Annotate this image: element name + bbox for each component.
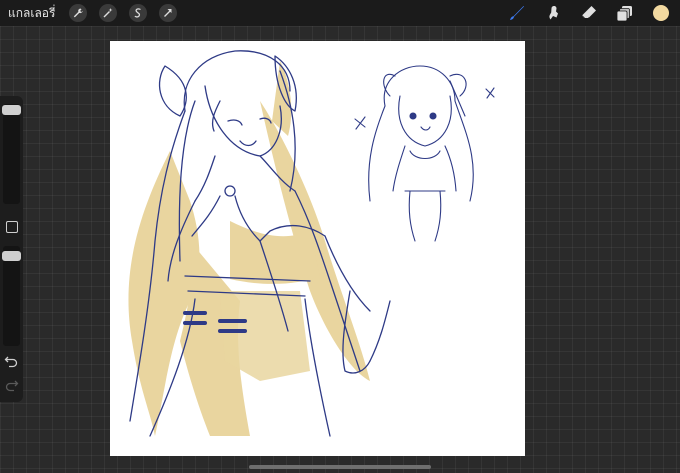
eraser-icon[interactable] — [578, 2, 600, 24]
brush-opacity-track — [3, 246, 20, 346]
transform-arrow-icon[interactable] — [159, 4, 178, 22]
current-color-swatch — [653, 5, 669, 21]
gallery-button[interactable]: แกลเลอรี่ — [8, 4, 55, 23]
brush-icon[interactable] — [506, 2, 528, 24]
top-toolbar: แกลเลอรี่ — [0, 0, 680, 26]
brush-size-slider[interactable] — [2, 105, 21, 115]
brush-size-track — [3, 104, 20, 204]
redo-icon[interactable] — [4, 378, 19, 393]
home-indicator — [249, 465, 431, 469]
color-picker-button[interactable] — [650, 2, 672, 24]
selection-icon[interactable] — [129, 4, 148, 22]
right-toolset — [506, 0, 672, 26]
undo-icon[interactable] — [4, 354, 19, 369]
brush-opacity-slider[interactable] — [2, 251, 21, 261]
left-sidebar — [0, 96, 23, 402]
drawing-canvas[interactable] — [110, 41, 525, 456]
wrench-icon[interactable] — [69, 4, 88, 22]
smudge-icon[interactable] — [542, 2, 564, 24]
modify-button[interactable] — [6, 221, 18, 233]
magic-wand-icon[interactable] — [99, 4, 118, 22]
layers-icon[interactable] — [614, 2, 636, 24]
sketch-artwork — [128, 50, 495, 437]
